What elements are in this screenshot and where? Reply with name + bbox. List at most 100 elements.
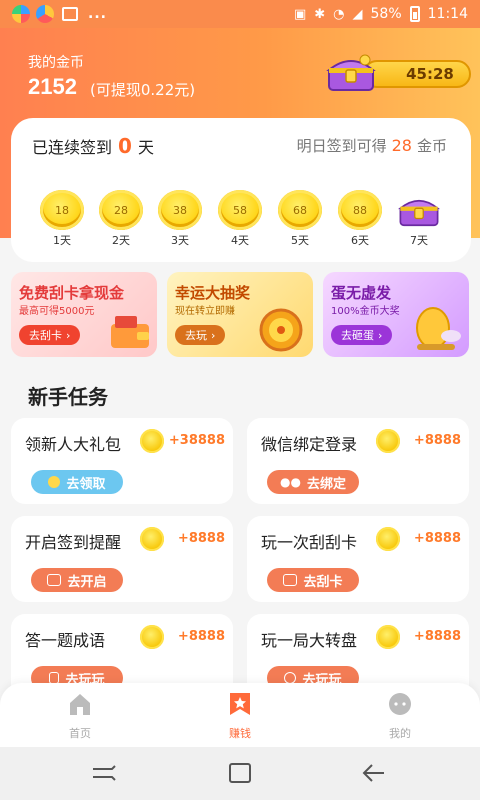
promo-lucky-draw[interactable]: 幸运大抽奖 现在转立即赚 去玩 › bbox=[167, 272, 313, 357]
tomorrow-reward: 明日签到可得 28 金币 bbox=[297, 135, 447, 156]
chevron-right-icon: › bbox=[378, 328, 383, 342]
coin-amount: 2152 bbox=[28, 74, 77, 99]
task-reward: +38888 bbox=[168, 433, 225, 448]
checkin-day[interactable]: 7天 bbox=[394, 190, 444, 248]
checkin-day-label: 4天 bbox=[231, 234, 249, 247]
promo-title: 免费刮卡拿现金 bbox=[19, 284, 125, 302]
task-name: 玩一次刮刮卡 bbox=[261, 533, 358, 552]
promo-button[interactable]: 去砸蛋 › bbox=[331, 325, 393, 345]
golden-egg-icon bbox=[416, 307, 461, 350]
task-reward: +8888 bbox=[413, 629, 461, 644]
coin-icon: 68 bbox=[278, 190, 322, 230]
chevron-right-icon: › bbox=[66, 328, 71, 342]
coin-icon bbox=[140, 429, 164, 453]
more-notifications: ... bbox=[88, 6, 107, 22]
app-notification-icon bbox=[36, 5, 54, 23]
task-card: 微信绑定登录 +8888 ●● 去绑定 bbox=[247, 418, 469, 504]
prize-wheel-icon bbox=[259, 308, 303, 352]
task-card: 玩一次刮刮卡 +8888 去刮卡 bbox=[247, 516, 469, 602]
my-coins-label: 我的金币 bbox=[28, 55, 84, 71]
coin-icon: 88 bbox=[338, 190, 382, 230]
treasure-chest-icon bbox=[398, 199, 440, 227]
checkin-day-label: 1天 bbox=[53, 234, 71, 247]
profile-icon bbox=[389, 693, 411, 715]
task-button-label: 去开启 bbox=[67, 574, 107, 590]
coin-icon bbox=[140, 625, 164, 649]
signal-icon: ◢ bbox=[352, 6, 363, 22]
clock: 11:14 bbox=[427, 6, 468, 22]
checkin-day[interactable]: 38 3天 bbox=[155, 190, 205, 248]
back-icon[interactable] bbox=[360, 761, 388, 785]
treasure-chest-icon bbox=[326, 54, 376, 91]
calendar-icon bbox=[47, 574, 62, 586]
tomorrow-reward-amount: 28 bbox=[391, 136, 412, 155]
task-scratch-card-button[interactable]: 去刮卡 bbox=[267, 568, 359, 592]
promo-subtitle: 现在转立即赚 bbox=[175, 306, 235, 317]
checkin-day[interactable]: 28 2天 bbox=[96, 190, 146, 248]
checkin-streak: 已连续签到 0 天 bbox=[32, 134, 154, 158]
app-notification-icon bbox=[12, 5, 30, 23]
task-card: 领新人大礼包 +38888 去领取 bbox=[11, 418, 233, 504]
system-navigation-bar bbox=[0, 747, 480, 800]
checkin-day[interactable]: 68 5天 bbox=[275, 190, 325, 248]
tab-label: 赚钱 bbox=[229, 727, 251, 740]
promo-button-label: 去砸蛋 bbox=[341, 329, 374, 342]
task-name: 玩一局大转盘 bbox=[261, 631, 358, 650]
checkin-card: 已连续签到 0 天 明日签到可得 28 金币 18 1天 28 2天 38 3天… bbox=[11, 118, 471, 262]
tab-profile[interactable]: 我的 bbox=[355, 691, 445, 741]
checkin-day-label: 5天 bbox=[291, 234, 309, 247]
checkin-day-label: 7天 bbox=[410, 234, 428, 247]
coin-icon: 28 bbox=[99, 190, 143, 230]
checkin-day[interactable]: 88 6天 bbox=[335, 190, 385, 248]
promo-button-label: 去玩 bbox=[185, 329, 207, 342]
task-name: 开启签到提醒 bbox=[25, 533, 122, 552]
home-icon bbox=[70, 694, 90, 715]
shopping-bag-icon bbox=[62, 7, 78, 21]
tab-earn[interactable]: 赚钱 bbox=[195, 691, 285, 741]
task-claim-button[interactable]: 去领取 bbox=[31, 470, 123, 494]
treasure-chest-timer[interactable]: 45:28 bbox=[325, 48, 475, 100]
checkin-day[interactable]: 58 4天 bbox=[215, 190, 265, 248]
checkin-streak-unit: 天 bbox=[137, 138, 154, 157]
promo-button[interactable]: 去玩 › bbox=[175, 325, 226, 345]
star-bookmark-icon bbox=[230, 693, 250, 715]
task-reward: +8888 bbox=[413, 433, 461, 448]
coin-icon bbox=[376, 625, 400, 649]
section-title-newbie-tasks: 新手任务 bbox=[28, 385, 108, 409]
chest-countdown: 45:28 bbox=[363, 60, 471, 88]
task-reward: +8888 bbox=[413, 531, 461, 546]
promo-title: 蛋无虚发 bbox=[331, 284, 392, 302]
checkin-day-label: 6天 bbox=[351, 234, 369, 247]
task-name: 答一题成语 bbox=[25, 631, 106, 650]
promo-subtitle: 100%金币大奖 bbox=[331, 306, 400, 317]
task-card: 开启签到提醒 +8888 去开启 bbox=[11, 516, 233, 602]
coin-icon: 38 bbox=[158, 190, 202, 230]
tab-home[interactable]: 首页 bbox=[35, 691, 125, 741]
scratch-card-icon bbox=[283, 574, 298, 586]
battery-icon bbox=[409, 6, 420, 22]
coin-icon bbox=[376, 429, 400, 453]
battery-percent: 58% bbox=[370, 6, 402, 22]
promo-egg-smash[interactable]: 蛋无虚发 100%金币大奖 去砸蛋 › bbox=[323, 272, 469, 357]
tab-label: 首页 bbox=[69, 727, 91, 740]
wechat-icon: ●● bbox=[280, 475, 301, 489]
task-button-label: 去绑定 bbox=[306, 476, 346, 492]
coin-icon: 58 bbox=[218, 190, 262, 230]
task-button-label: 去刮卡 bbox=[303, 574, 343, 590]
task-bind-wechat-button[interactable]: ●● 去绑定 bbox=[267, 470, 359, 494]
coin-icon bbox=[140, 527, 164, 551]
coin-icon: 18 bbox=[40, 190, 84, 230]
checkin-streak-days: 0 bbox=[118, 134, 132, 158]
tomorrow-reward-unit: 金币 bbox=[416, 137, 447, 155]
coin-icon bbox=[376, 527, 400, 551]
tomorrow-reward-label: 明日签到可得 bbox=[296, 137, 387, 155]
promo-scratch-card[interactable]: 免费刮卡拿现金 最高可得5000元 去刮卡 › bbox=[11, 272, 157, 357]
wallet-icon bbox=[111, 316, 149, 348]
promo-button[interactable]: 去刮卡 › bbox=[19, 325, 81, 345]
promo-title: 幸运大抽奖 bbox=[175, 284, 251, 302]
recent-apps-icon[interactable] bbox=[90, 761, 118, 785]
home-button-icon[interactable] bbox=[226, 761, 254, 785]
task-reward: +8888 bbox=[177, 629, 225, 644]
task-enable-reminder-button[interactable]: 去开启 bbox=[31, 568, 123, 592]
checkin-day[interactable]: 18 1天 bbox=[37, 190, 87, 248]
